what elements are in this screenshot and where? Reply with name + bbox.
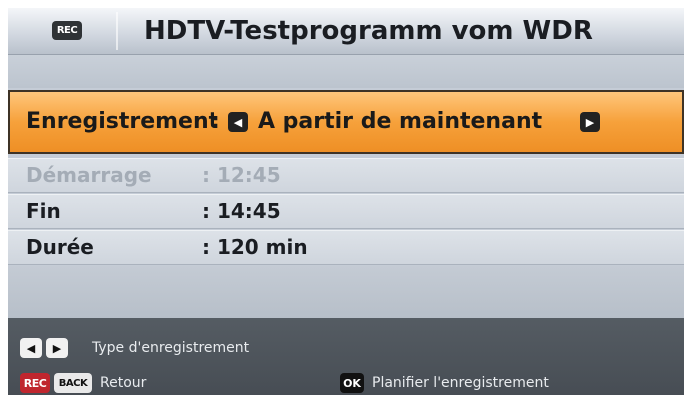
arrow-right-icon[interactable]: ▶ — [580, 112, 600, 132]
recording-type-hint: Type d'enregistrement — [92, 340, 250, 356]
arrow-left-icon[interactable]: ◀ — [228, 112, 248, 132]
back-key-icon[interactable]: BACK — [54, 373, 92, 393]
schedule-recording-hint: Planifier l'enregistrement — [372, 375, 549, 391]
recording-dialog: REC HDTV-Testprogramm vom WDR Enregistre… — [8, 8, 684, 395]
dialog-header: REC HDTV-Testprogramm vom WDR — [8, 8, 684, 55]
header-divider — [116, 12, 118, 50]
ok-key-icon[interactable]: OK — [340, 373, 364, 393]
recording-mode-colon: : — [211, 109, 220, 134]
lower-spacer — [8, 266, 684, 318]
key-hints-footer: ◀ ▶ Type d'enregistrement REC BACK Retou… — [8, 318, 684, 395]
duration-label: Durée — [26, 235, 94, 259]
rec-key-icon[interactable]: REC — [20, 373, 50, 393]
end-time-row[interactable]: Fin : 14:45 — [8, 194, 684, 229]
end-time-label: Fin — [26, 199, 61, 223]
recording-mode-label: Enregistrement — [26, 109, 214, 134]
channel-title: HDTV-Testprogramm vom WDR — [144, 16, 593, 46]
rec-icon: REC — [52, 21, 82, 40]
top-spacer — [8, 55, 684, 88]
start-time-value: : 12:45 — [202, 163, 281, 187]
duration-value: : 120 min — [202, 235, 308, 259]
duration-row[interactable]: Durée : 120 min — [8, 230, 684, 265]
start-time-row: Démarrage : 12:45 — [8, 158, 684, 193]
start-time-label: Démarrage — [26, 163, 152, 187]
recording-mode-selector[interactable]: Enregistrement : ◀ A partir de maintenan… — [8, 90, 684, 154]
back-hint: Retour — [100, 375, 147, 391]
end-time-value: : 14:45 — [202, 199, 281, 223]
right-key-icon[interactable]: ▶ — [46, 338, 68, 358]
recording-mode-value: A partir de maintenant — [258, 109, 543, 134]
left-key-icon[interactable]: ◀ — [20, 338, 42, 358]
